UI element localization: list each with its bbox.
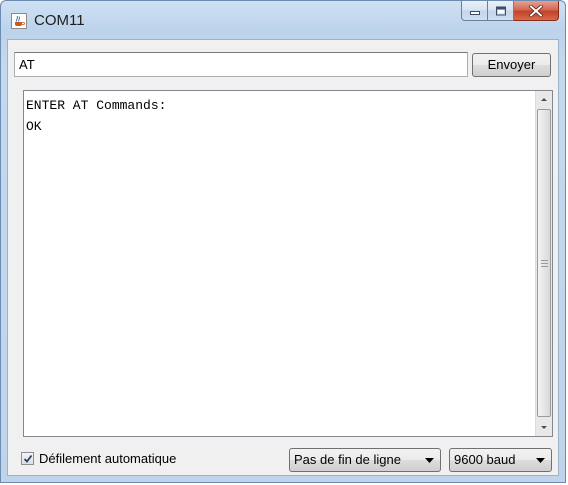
title-bar[interactable]: COM11: [1, 1, 565, 39]
baud-rate-value: 9600 baud: [454, 452, 516, 467]
send-button[interactable]: Envoyer: [472, 53, 551, 77]
client-area: Envoyer ENTER AT Commands: OK: [7, 39, 559, 476]
chevron-down-icon: [425, 458, 434, 463]
vertical-scrollbar[interactable]: [535, 91, 552, 436]
serial-output[interactable]: ENTER AT Commands: OK: [23, 90, 553, 437]
scroll-thumb[interactable]: [537, 109, 551, 417]
minimize-button[interactable]: [461, 1, 488, 21]
autoscroll-label: Défilement automatique: [39, 451, 177, 466]
line-ending-value: Pas de fin de ligne: [294, 452, 401, 467]
maximize-button[interactable]: [488, 1, 514, 21]
send-input[interactable]: [14, 52, 468, 77]
autoscroll-checkbox[interactable]: [21, 452, 34, 465]
scroll-down-button[interactable]: [536, 419, 552, 436]
close-button[interactable]: [514, 1, 559, 21]
grip-icon: [541, 260, 548, 267]
window-title: COM11: [34, 12, 85, 29]
output-line: ENTER AT Commands:: [26, 98, 167, 113]
java-coffee-icon: [11, 13, 27, 29]
chevron-down-icon: [541, 426, 547, 429]
serial-monitor-window: COM11 Envoy: [0, 0, 566, 483]
output-text: ENTER AT Commands: OK: [26, 95, 166, 137]
close-icon: [529, 4, 543, 17]
bottom-bar: Défilement automatique Pas de fin de lig…: [8, 440, 558, 476]
line-ending-select[interactable]: Pas de fin de ligne: [289, 448, 441, 472]
baud-rate-select[interactable]: 9600 baud: [449, 448, 552, 472]
output-line: OK: [26, 119, 42, 134]
maximize-icon: [495, 6, 506, 15]
scroll-up-button[interactable]: [536, 91, 552, 108]
chevron-up-icon: [541, 98, 547, 101]
checkmark-icon: [23, 454, 33, 463]
minimize-icon: [469, 10, 480, 15]
chevron-down-icon: [536, 458, 545, 463]
autoscroll-toggle[interactable]: Défilement automatique: [21, 451, 176, 466]
caption-buttons: [461, 1, 559, 22]
